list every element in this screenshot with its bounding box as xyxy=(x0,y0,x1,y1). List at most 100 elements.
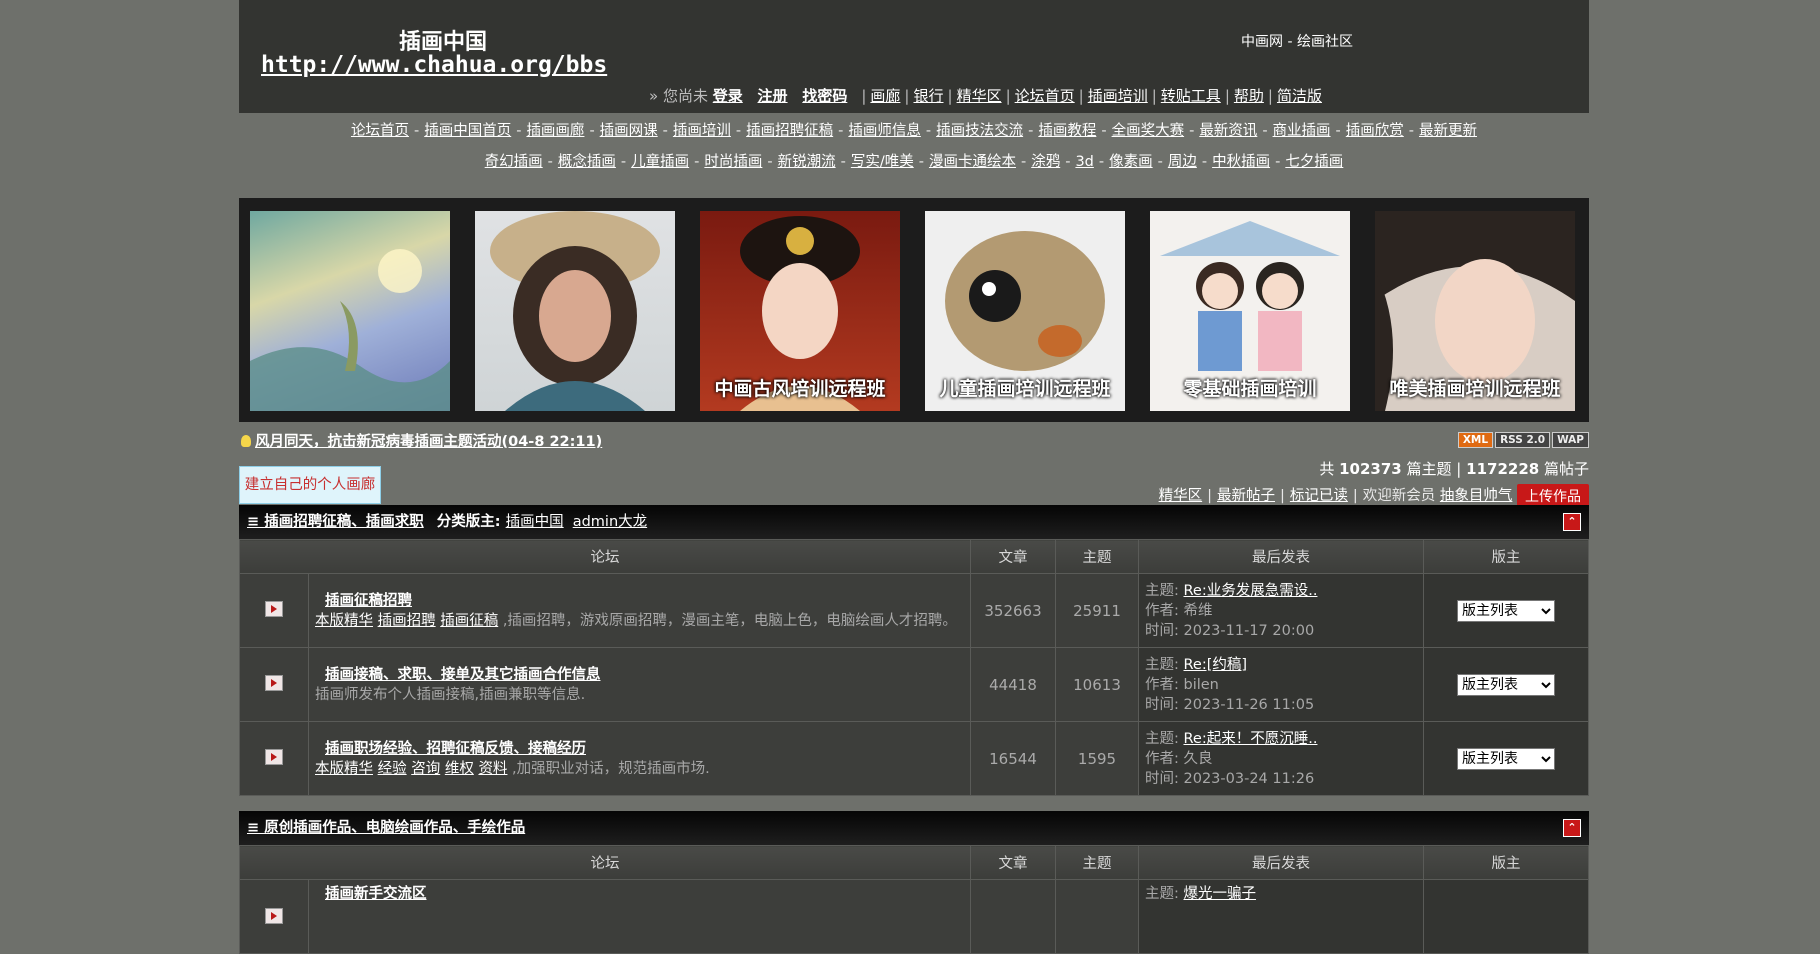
nav-essence[interactable]: 精华区 xyxy=(957,87,1002,105)
category-link[interactable]: 漫画卡通绘本 xyxy=(929,154,1016,170)
moderator-list-select[interactable]: 版主列表 xyxy=(1457,673,1555,696)
last-post-cell: 主题: Re:业务发展急需设.. 作者: 希维 时间: 2023-11-17 2… xyxy=(1138,573,1424,648)
col-topics: 主题 xyxy=(1055,845,1139,880)
banner-image-girl[interactable] xyxy=(475,211,675,411)
banner-image-beauty[interactable]: 唯美插画培训远程班 xyxy=(1375,211,1575,411)
banner-image-animal[interactable]: 儿童插画培训远程班 xyxy=(925,211,1125,411)
collapse-icon[interactable]: ⌃ xyxy=(1563,513,1581,531)
forum-link-essence[interactable]: 本版精华 xyxy=(315,761,373,777)
category-link[interactable]: 插画画廊 xyxy=(526,123,584,139)
category-link[interactable]: 最新更新 xyxy=(1419,123,1477,139)
forum-title-link[interactable]: 插画新手交流区 xyxy=(325,886,427,902)
category-link[interactable]: 时尚插画 xyxy=(704,154,762,170)
section-title-link[interactable]: ≡ 插画招聘征稿、插画求职 xyxy=(247,514,424,530)
nav-bank[interactable]: 银行 xyxy=(913,87,943,105)
category-link[interactable]: 儿童插画 xyxy=(631,154,689,170)
last-time: 2023-11-17 20:00 xyxy=(1183,622,1315,639)
subnav-mark-read[interactable]: 标记已读 xyxy=(1290,488,1348,504)
forum-link-submission[interactable]: 插画征稿 xyxy=(440,613,498,629)
nav-gallery[interactable]: 画廊 xyxy=(870,87,900,105)
last-topic-link[interactable]: Re:起来！不愿沉睡.. xyxy=(1184,731,1318,747)
category-link[interactable]: 插画网课 xyxy=(600,123,658,139)
forum-link-consult[interactable]: 咨询 xyxy=(411,761,440,777)
forum-link-rights[interactable]: 维权 xyxy=(445,761,474,777)
moderator-cell xyxy=(1423,879,1589,954)
last-topic-link[interactable]: Re:[约稿] xyxy=(1184,657,1248,673)
find-password-link[interactable]: 找密码 xyxy=(802,87,847,105)
category-link[interactable]: 插画中国首页 xyxy=(424,123,511,139)
subnav-essence[interactable]: 精华区 xyxy=(1159,488,1203,504)
forum-arrow-icon xyxy=(265,674,283,691)
nav-training[interactable]: 插画培训 xyxy=(1088,87,1148,105)
col-last-post: 最后发表 xyxy=(1138,539,1424,574)
category-link[interactable]: 像素画 xyxy=(1109,154,1153,170)
category-link[interactable]: 七夕插画 xyxy=(1285,154,1343,170)
nav-repost-tool[interactable]: 转贴工具 xyxy=(1161,87,1221,105)
category-link[interactable]: 插画培训 xyxy=(673,123,731,139)
banner-image-couple[interactable]: 零基础插画培训 xyxy=(1150,211,1350,411)
forum-link-essence[interactable]: 本版精华 xyxy=(315,613,373,629)
section-mod-2[interactable]: admin大龙 xyxy=(573,514,647,530)
category-link[interactable]: 涂鸦 xyxy=(1031,154,1060,170)
forum-title-link[interactable]: 插画职场经验、招聘征稿反馈、接稿经历 xyxy=(325,741,586,757)
category-link[interactable]: 中秋插画 xyxy=(1212,154,1270,170)
forum-link-recruit[interactable]: 插画招聘 xyxy=(378,613,436,629)
category-link[interactable]: 商业插画 xyxy=(1273,123,1331,139)
category-link[interactable]: 最新资讯 xyxy=(1199,123,1257,139)
forum-title-link[interactable]: 插画征稿招聘 xyxy=(325,593,412,609)
last-author-label: 作者: xyxy=(1145,750,1179,767)
forum-post-count xyxy=(970,879,1056,954)
subnav-latest-posts[interactable]: 最新帖子 xyxy=(1217,488,1275,504)
notice-link[interactable]: 风月同天，抗击新冠病毒插画主题活动(04-8 22:11) xyxy=(255,434,602,450)
wap-badge[interactable]: WAP xyxy=(1552,432,1589,448)
table-row: 插画征稿招聘 本版精华 插画招聘 插画征稿 ,插画招聘，游戏原画招聘，漫画主笔，… xyxy=(239,573,1589,648)
category-link[interactable]: 插画欣赏 xyxy=(1346,123,1404,139)
last-topic-link[interactable]: 爆光一骗子 xyxy=(1184,886,1257,902)
site-url-link[interactable]: http://www.chahua.org/bbs xyxy=(261,52,607,78)
login-link[interactable]: 登录 xyxy=(713,87,743,105)
category-link[interactable]: 论坛首页 xyxy=(351,123,409,139)
category-link[interactable]: 插画师信息 xyxy=(848,123,921,139)
section-mod-1[interactable]: 插画中国 xyxy=(506,514,564,530)
category-link[interactable]: 概念插画 xyxy=(558,154,616,170)
category-link[interactable]: 插画教程 xyxy=(1038,123,1096,139)
col-topics: 主题 xyxy=(1055,539,1139,574)
category-link[interactable]: 插画技法交流 xyxy=(936,123,1023,139)
category-link[interactable]: 全画奖大赛 xyxy=(1112,123,1185,139)
forum-title-link[interactable]: 插画接稿、求职、接单及其它插画合作信息 xyxy=(325,667,601,683)
col-moderators: 版主 xyxy=(1423,539,1589,574)
nav-forum-home[interactable]: 论坛首页 xyxy=(1015,87,1075,105)
table-row: 插画新手交流区 主题: 爆光一骗子 xyxy=(239,879,1589,954)
last-time-label: 时间: xyxy=(1145,696,1179,713)
moderator-list-select[interactable]: 版主列表 xyxy=(1457,747,1555,770)
category-link[interactable]: 3d xyxy=(1075,154,1093,170)
last-author-label: 作者: xyxy=(1145,602,1179,619)
last-post-cell: 主题: Re:起来！不愿沉睡.. 作者: 久良 时间: 2023-03-24 1… xyxy=(1138,721,1424,796)
banner-image-landscape[interactable] xyxy=(250,211,450,411)
forum-section-1: ≡ 插画招聘征稿、插画求职 分类版主: 插画中国 admin大龙 ⌃ 论坛 文章… xyxy=(239,505,1589,796)
category-link[interactable]: 新锐潮流 xyxy=(778,154,836,170)
forum-link-experience[interactable]: 经验 xyxy=(378,761,407,777)
last-post-cell: 主题: 爆光一骗子 xyxy=(1138,879,1424,954)
collapse-icon[interactable]: ⌃ xyxy=(1563,819,1581,837)
nav-help[interactable]: 帮助 xyxy=(1234,87,1264,105)
category-link[interactable]: 写实/唯美 xyxy=(851,154,914,170)
last-topic-label: 主题: xyxy=(1145,582,1179,599)
forum-status-cell xyxy=(239,573,309,648)
last-topic-link[interactable]: Re:业务发展急需设.. xyxy=(1184,583,1318,599)
register-link[interactable]: 注册 xyxy=(758,87,788,105)
nav-lite[interactable]: 简洁版 xyxy=(1277,87,1322,105)
category-link[interactable]: 插画招聘征稿 xyxy=(746,123,833,139)
category-link[interactable]: 周边 xyxy=(1168,154,1197,170)
new-member-link[interactable]: 抽象目帅气 xyxy=(1440,488,1513,504)
section-title-link[interactable]: ≡ 原创插画作品、电脑绘画作品、手绘作品 xyxy=(247,820,525,836)
xml-badge[interactable]: XML xyxy=(1457,432,1494,448)
category-link[interactable]: 奇幻插画 xyxy=(485,154,543,170)
banner-image-ancient-style[interactable]: 中画古风培训远程班 xyxy=(700,211,900,411)
rss-badge[interactable]: RSS 2.0 xyxy=(1495,432,1551,448)
moderator-list-select[interactable]: 版主列表 xyxy=(1457,599,1555,622)
last-author: 久良 xyxy=(1183,750,1213,767)
post-count: 1172228 xyxy=(1466,460,1540,478)
separator: - xyxy=(1335,123,1341,139)
forum-link-resources[interactable]: 资料 xyxy=(478,761,507,777)
